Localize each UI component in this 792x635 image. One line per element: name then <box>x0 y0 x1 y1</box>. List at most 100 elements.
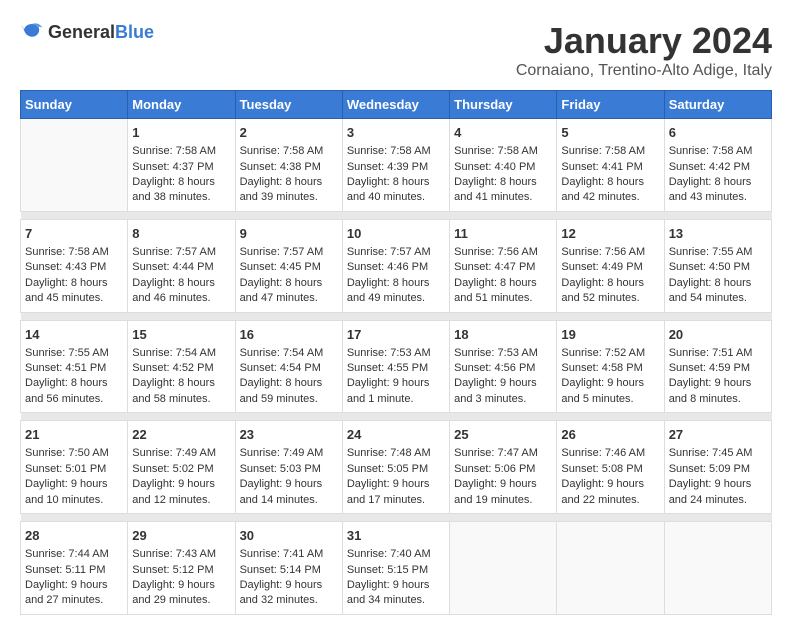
day-info: Sunrise: 7:47 AMSunset: 5:06 PMDaylight:… <box>454 447 538 505</box>
day-info: Sunrise: 7:48 AMSunset: 5:05 PMDaylight:… <box>347 447 431 505</box>
day-cell: 8Sunrise: 7:57 AMSunset: 4:44 PMDaylight… <box>128 219 235 312</box>
day-cell: 21Sunrise: 7:50 AMSunset: 5:01 PMDayligh… <box>21 421 128 514</box>
day-cell <box>21 119 128 212</box>
week-row-3: 14Sunrise: 7:55 AMSunset: 4:51 PMDayligh… <box>21 320 772 413</box>
day-info: Sunrise: 7:56 AMSunset: 4:47 PMDaylight:… <box>454 246 538 304</box>
day-cell: 27 Sunrise: 7:45 AMSunset: 5:09 PMDayligh… <box>664 421 771 514</box>
day-info: Sunrise: 7:54 AMSunset: 4:52 PMDaylight:… <box>132 347 216 405</box>
day-number: 31 <box>347 527 445 545</box>
column-header-tuesday: Tuesday <box>235 91 342 119</box>
day-number: 27 <box>669 426 767 444</box>
day-info: Sunrise: 7:52 AMSunset: 4:58 PMDaylight:… <box>561 347 645 405</box>
day-info: Sunrise: 7:45 AMSunset: 5:09 PMDaylight:… <box>669 447 753 505</box>
day-number: 23 <box>240 426 338 444</box>
day-info: Sunrise: 7:51 AMSunset: 4:59 PMDaylight:… <box>669 347 753 405</box>
day-info: Sunrise: 7:57 AMSunset: 4:46 PMDaylight:… <box>347 246 431 304</box>
day-number: 19 <box>561 326 659 344</box>
week-separator <box>21 514 772 522</box>
day-info: Sunrise: 7:53 AMSunset: 4:56 PMDaylight:… <box>454 347 538 405</box>
day-cell: 13Sunrise: 7:55 AMSunset: 4:50 PMDayligh… <box>664 219 771 312</box>
column-header-wednesday: Wednesday <box>342 91 449 119</box>
day-cell <box>450 522 557 615</box>
week-separator <box>21 413 772 421</box>
day-info: Sunrise: 7:57 AMSunset: 4:45 PMDaylight:… <box>240 246 324 304</box>
day-cell: 1 Sunrise: 7:58 AMSunset: 4:37 PMDaylight… <box>128 119 235 212</box>
day-info: Sunrise: 7:46 AMSunset: 5:08 PMDaylight:… <box>561 447 645 505</box>
day-number: 12 <box>561 225 659 243</box>
day-cell: 16 Sunrise: 7:54 AMSunset: 4:54 PMDayligh… <box>235 320 342 413</box>
day-number: 16 <box>240 326 338 344</box>
day-info: Sunrise: 7:40 AMSunset: 5:15 PMDaylight:… <box>347 548 431 606</box>
day-number: 20 <box>669 326 767 344</box>
logo-blue: Blue <box>115 22 154 42</box>
day-cell: 17 Sunrise: 7:53 AMSunset: 4:55 PMDayligh… <box>342 320 449 413</box>
day-info: Sunrise: 7:41 AMSunset: 5:14 PMDaylight:… <box>240 548 324 606</box>
week-row-2: 7 Sunrise: 7:58 AMSunset: 4:43 PMDaylight… <box>21 219 772 312</box>
calendar-table: SundayMondayTuesdayWednesdayThursdayFrid… <box>20 90 772 615</box>
day-number: 5 <box>561 124 659 142</box>
day-info: Sunrise: 7:55 AMSunset: 4:51 PMDaylight:… <box>25 347 109 405</box>
day-number: 26 <box>561 426 659 444</box>
day-info: Sunrise: 7:57 AMSunset: 4:44 PMDaylight:… <box>132 246 216 304</box>
day-info: Sunrise: 7:58 AMSunset: 4:42 PMDaylight:… <box>669 145 753 203</box>
day-number: 7 <box>25 225 123 243</box>
day-info: Sunrise: 7:58 AMSunset: 4:39 PMDaylight:… <box>347 145 431 203</box>
day-cell: 25 Sunrise: 7:47 AMSunset: 5:06 PMDayligh… <box>450 421 557 514</box>
day-number: 9 <box>240 225 338 243</box>
day-cell: 11Sunrise: 7:56 AMSunset: 4:47 PMDayligh… <box>450 219 557 312</box>
day-cell: 2 Sunrise: 7:58 AMSunset: 4:38 PMDaylight… <box>235 119 342 212</box>
day-cell: 9 Sunrise: 7:57 AMSunset: 4:45 PMDaylight… <box>235 219 342 312</box>
day-info: Sunrise: 7:53 AMSunset: 4:55 PMDaylight:… <box>347 347 431 405</box>
column-header-saturday: Saturday <box>664 91 771 119</box>
column-header-friday: Friday <box>557 91 664 119</box>
day-cell: 5 Sunrise: 7:58 AMSunset: 4:41 PMDaylight… <box>557 119 664 212</box>
logo-text: GeneralBlue <box>48 22 154 43</box>
week-row-4: 21Sunrise: 7:50 AMSunset: 5:01 PMDayligh… <box>21 421 772 514</box>
day-cell: 14Sunrise: 7:55 AMSunset: 4:51 PMDayligh… <box>21 320 128 413</box>
day-info: Sunrise: 7:54 AMSunset: 4:54 PMDaylight:… <box>240 347 324 405</box>
day-number: 29 <box>132 527 230 545</box>
day-number: 2 <box>240 124 338 142</box>
column-header-thursday: Thursday <box>450 91 557 119</box>
day-info: Sunrise: 7:58 AMSunset: 4:38 PMDaylight:… <box>240 145 324 203</box>
day-cell: 18 Sunrise: 7:53 AMSunset: 4:56 PMDayligh… <box>450 320 557 413</box>
day-number: 6 <box>669 124 767 142</box>
day-cell: 29 Sunrise: 7:43 AMSunset: 5:12 PMDayligh… <box>128 522 235 615</box>
logo-general: General <box>48 22 115 42</box>
day-info: Sunrise: 7:58 AMSunset: 4:37 PMDaylight:… <box>132 145 216 203</box>
calendar-header: SundayMondayTuesdayWednesdayThursdayFrid… <box>21 91 772 119</box>
week-separator <box>21 211 772 219</box>
day-info: Sunrise: 7:56 AMSunset: 4:49 PMDaylight:… <box>561 246 645 304</box>
day-number: 24 <box>347 426 445 444</box>
day-number: 18 <box>454 326 552 344</box>
week-row-1: 1 Sunrise: 7:58 AMSunset: 4:37 PMDaylight… <box>21 119 772 212</box>
day-number: 21 <box>25 426 123 444</box>
column-header-monday: Monday <box>128 91 235 119</box>
day-cell: 26 Sunrise: 7:46 AMSunset: 5:08 PMDayligh… <box>557 421 664 514</box>
day-number: 30 <box>240 527 338 545</box>
day-number: 1 <box>132 124 230 142</box>
day-number: 25 <box>454 426 552 444</box>
day-number: 3 <box>347 124 445 142</box>
day-cell: 28Sunrise: 7:44 AMSunset: 5:11 PMDayligh… <box>21 522 128 615</box>
logo-icon <box>20 20 44 44</box>
day-number: 15 <box>132 326 230 344</box>
day-cell: 20 Sunrise: 7:51 AMSunset: 4:59 PMDayligh… <box>664 320 771 413</box>
day-info: Sunrise: 7:58 AMSunset: 4:41 PMDaylight:… <box>561 145 645 203</box>
day-info: Sunrise: 7:43 AMSunset: 5:12 PMDaylight:… <box>132 548 216 606</box>
title-area: January 2024 Cornaiano, Trentino-Alto Ad… <box>516 20 772 80</box>
day-cell: 10Sunrise: 7:57 AMSunset: 4:46 PMDayligh… <box>342 219 449 312</box>
day-info: Sunrise: 7:58 AMSunset: 4:43 PMDaylight:… <box>25 246 109 304</box>
day-info: Sunrise: 7:55 AMSunset: 4:50 PMDaylight:… <box>669 246 753 304</box>
location-title: Cornaiano, Trentino-Alto Adige, Italy <box>516 62 772 80</box>
header-row: SundayMondayTuesdayWednesdayThursdayFrid… <box>21 91 772 119</box>
day-cell <box>557 522 664 615</box>
day-number: 17 <box>347 326 445 344</box>
day-cell <box>664 522 771 615</box>
day-cell: 19 Sunrise: 7:52 AMSunset: 4:58 PMDayligh… <box>557 320 664 413</box>
day-cell: 12 Sunrise: 7:56 AMSunset: 4:49 PMDayligh… <box>557 219 664 312</box>
column-header-sunday: Sunday <box>21 91 128 119</box>
day-number: 28 <box>25 527 123 545</box>
month-title: January 2024 <box>516 20 772 62</box>
day-cell: 7 Sunrise: 7:58 AMSunset: 4:43 PMDaylight… <box>21 219 128 312</box>
